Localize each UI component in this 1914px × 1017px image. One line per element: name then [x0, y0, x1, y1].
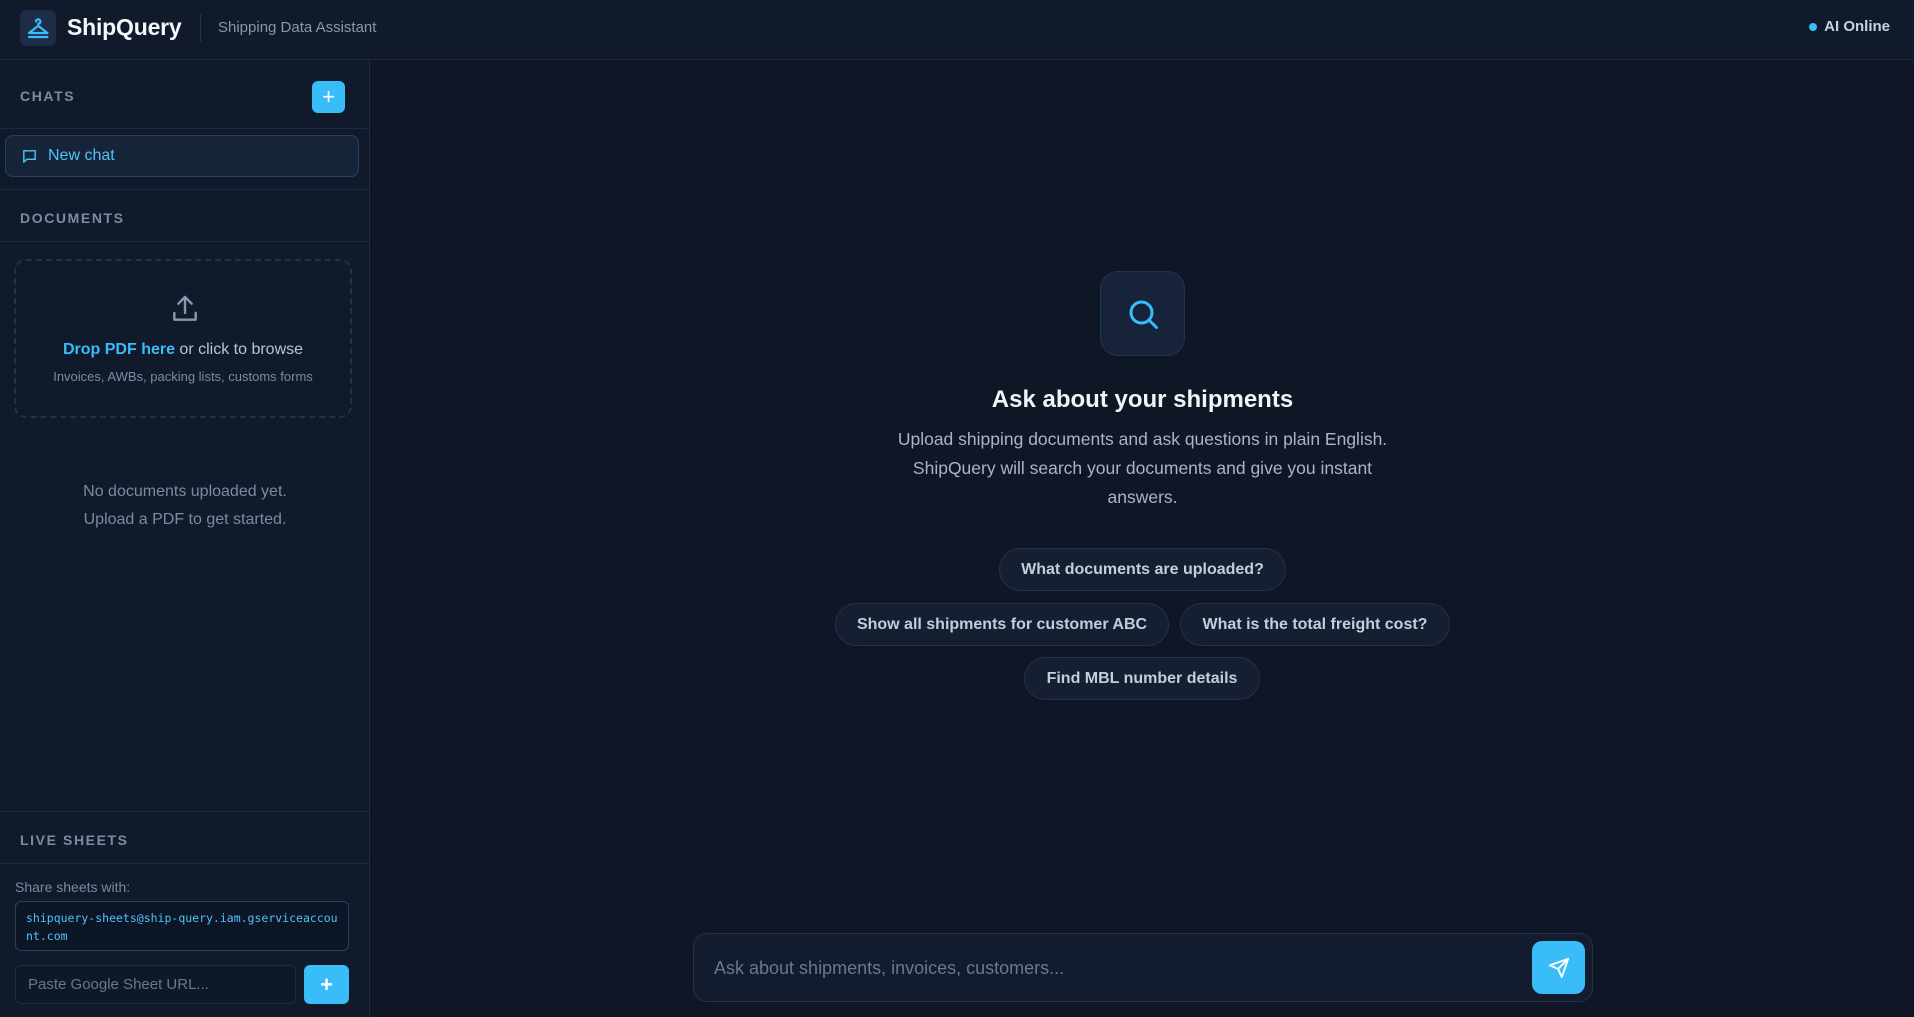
- dropzone-text: Drop PDF here or click to browse: [16, 341, 350, 359]
- ai-status: AI Online: [1809, 18, 1890, 35]
- documents-empty-state: No documents uploaded yet. Upload a PDF …: [0, 478, 370, 534]
- upload-icon: [173, 295, 197, 321]
- app-window: ShipQuery Shipping Data Assistant AI Onl…: [0, 0, 1914, 1017]
- empty-line-2: Upload a PDF to get started.: [83, 511, 287, 528]
- sheet-url-input[interactable]: [15, 965, 296, 1004]
- suggestion-chip[interactable]: Find MBL number details: [1024, 657, 1260, 700]
- divider: [0, 128, 370, 129]
- app-subtitle: Shipping Data Assistant: [218, 19, 377, 36]
- live-sheets-section-title: LIVE SHEETS: [20, 832, 129, 848]
- hero-description: Upload shipping documents and ask questi…: [897, 429, 1388, 507]
- chat-item-label: New chat: [48, 147, 115, 164]
- chat-main: Ask about your shipments Upload shipping…: [371, 60, 1914, 1017]
- divider: [0, 811, 370, 812]
- status-label: AI Online: [1824, 18, 1890, 35]
- documents-section-title: DOCUMENTS: [20, 210, 125, 226]
- header-divider: [200, 14, 201, 42]
- send-button[interactable]: [1532, 941, 1585, 994]
- top-header: ShipQuery Shipping Data Assistant AI Onl…: [0, 0, 1914, 60]
- sidebar: CHATS + New chat DOCUMENTS Drop PDF here…: [0, 60, 370, 1017]
- message-input[interactable]: [714, 946, 1514, 990]
- suggestion-chip[interactable]: What documents are uploaded?: [999, 548, 1286, 591]
- pdf-dropzone[interactable]: Drop PDF here or click to browse Invoice…: [14, 259, 352, 418]
- divider: [0, 241, 370, 242]
- chat-item[interactable]: New chat: [5, 135, 359, 177]
- divider: [0, 189, 370, 190]
- send-icon: [1548, 957, 1569, 978]
- status-dot-icon: [1809, 22, 1818, 31]
- suggestion-chip[interactable]: What is the total freight cost?: [1180, 603, 1450, 646]
- hero-title: Ask about your shipments: [991, 386, 1294, 413]
- search-icon: [1100, 271, 1185, 356]
- share-label: Share sheets with:: [15, 879, 131, 895]
- chats-section-title: CHATS: [20, 88, 76, 104]
- brand-name[interactable]: ShipQuery: [67, 14, 182, 41]
- empty-line-1: No documents uploaded yet.: [83, 483, 287, 500]
- dropzone-highlight: Drop PDF here: [62, 341, 175, 358]
- suggestion-chip[interactable]: Show all shipments for customer ABC: [835, 603, 1169, 646]
- message-icon: [23, 149, 36, 163]
- message-composer: [693, 933, 1593, 1002]
- add-sheet-button[interactable]: +: [304, 965, 349, 1004]
- service-account-email[interactable]: shipquery-sheets@ship-query.iam.gservice…: [15, 901, 349, 951]
- dropzone-hint: Invoices, AWBs, packing lists, customs f…: [53, 369, 313, 384]
- dropzone-rest: or click to browse: [174, 341, 304, 358]
- new-chat-button[interactable]: +: [312, 81, 345, 113]
- hanger-icon[interactable]: [20, 10, 56, 46]
- divider: [0, 863, 370, 864]
